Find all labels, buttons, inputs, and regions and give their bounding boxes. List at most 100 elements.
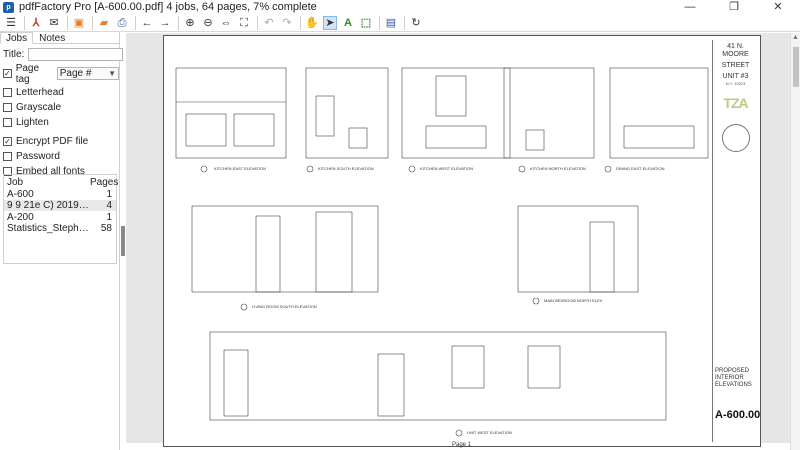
panel-tabs: Jobs Notes — [0, 32, 119, 44]
job-row[interactable]: 9 9 21e C) 2019 Linc & 2... 4 — [4, 200, 116, 211]
architect-seal — [721, 124, 750, 152]
toolbar-separator — [67, 15, 68, 30]
vertical-scrollbar[interactable]: ▲ — [790, 33, 800, 450]
elevation-drawings — [175, 67, 709, 437]
job-pages: 1 — [106, 188, 112, 200]
pages-column-header[interactable]: Pages — [90, 177, 118, 188]
open-folder-icon[interactable]: ▰ — [97, 16, 111, 30]
password-row: Password — [0, 149, 119, 164]
toolbar-separator — [92, 15, 93, 30]
project-city: N.Y. 10013 — [725, 81, 746, 86]
password-checkbox[interactable] — [3, 152, 12, 161]
firm-logo: TZA — [723, 95, 748, 111]
elevation-label: KITCHEN SOUTH ELEVATION — [318, 166, 374, 171]
elevation-label: KITCHEN EAST ELEVATION — [214, 166, 267, 171]
forward-arrow-icon[interactable]: → — [158, 16, 172, 30]
encrypt-checkbox[interactable]: ✓ — [3, 137, 12, 146]
elevation-label: UNIT WEST ELEVATION — [467, 430, 512, 435]
toolbar-separator — [178, 15, 179, 30]
toolbar-separator — [257, 15, 258, 30]
kitchen-south-elevation-drawing — [305, 67, 389, 159]
window-controls: — ❐ ✕ — [668, 0, 800, 14]
redo-icon[interactable]: ↷ — [280, 16, 294, 30]
panel-splitter-handle[interactable] — [121, 226, 125, 256]
job-row[interactable]: Statistics_Stephen Faris... 58 — [4, 223, 116, 234]
scroll-up-icon[interactable]: ▲ — [791, 33, 800, 43]
project-address-line: STREET — [721, 62, 750, 69]
refresh-icon[interactable]: ↻ — [409, 16, 423, 30]
text-tool-icon[interactable]: A — [341, 16, 355, 30]
kitchen-north-elevation-drawing — [503, 67, 595, 159]
unit-west-elevation-drawing — [209, 331, 667, 421]
title-row: Title: — [0, 47, 124, 62]
pdf-page[interactable]: KITCHEN EAST ELEVATION KITCHEN SOUTH ELE… — [163, 35, 761, 447]
fit-page-icon[interactable]: ⛶ — [237, 16, 251, 30]
toolbar-separator — [135, 15, 136, 30]
tab-jobs[interactable]: Jobs — [0, 32, 34, 44]
title-input[interactable] — [28, 48, 124, 61]
pdf-icon[interactable]: ⅄ — [29, 16, 43, 30]
living-room-south-elevation-drawing — [191, 205, 379, 293]
sheet-number: A-600.00 — [715, 409, 761, 421]
print-icon[interactable]: ⎙ — [115, 16, 129, 30]
job-row[interactable]: A-600 1 — [4, 189, 116, 200]
back-arrow-icon[interactable]: ← — [140, 16, 154, 30]
job-name: A-600 — [7, 188, 34, 200]
letterhead-label: Letterhead — [16, 87, 64, 98]
toolbar-separator — [379, 15, 380, 30]
scrollbar-thumb[interactable] — [793, 47, 799, 87]
title-block: 41 N. MOORE STREET UNIT #3 N.Y. 10013 TZ… — [712, 40, 761, 442]
elevation-label: MAIN BEDROOM NORTH ELEV — [544, 298, 603, 303]
project-address-line: UNIT #3 — [722, 73, 749, 80]
project-address-line: 41 N. MOORE — [722, 43, 749, 58]
save-icon[interactable]: ▣ — [72, 16, 86, 30]
encrypt-label: Encrypt PDF file — [16, 136, 89, 147]
job-column-header[interactable]: Job — [4, 177, 90, 188]
page-tag-selected: Page # — [59, 68, 92, 79]
jobs-header: Job Pages — [4, 177, 118, 188]
document-view: KITCHEN EAST ELEVATION KITCHEN SOUTH ELE… — [126, 33, 790, 447]
select-tool-icon[interactable]: ➤ — [323, 15, 337, 30]
kitchen-west-elevation-drawing — [401, 67, 511, 159]
job-pages: 1 — [106, 211, 112, 223]
app-logo-icon: p — [3, 1, 14, 13]
sheet-title: PROPOSED INTERIOR ELEVATIONS — [715, 368, 752, 388]
undo-icon[interactable]: ↶ — [262, 16, 276, 30]
dining-east-elevation-drawing — [609, 67, 709, 159]
maximize-button[interactable]: ❐ — [712, 0, 756, 14]
menu-icon[interactable]: ☰ — [4, 16, 18, 30]
chevron-down-icon: ▼ — [108, 69, 116, 78]
elevation-label: KITCHEN NORTH ELEVATION — [530, 166, 586, 171]
jobs-list: Job Pages A-600 1 9 9 21e C) 2019 Linc &… — [3, 174, 118, 264]
zoom-in-icon[interactable]: ⊕ — [183, 16, 197, 30]
page-tag-row: ✓ Page tag Page # ▼ — [0, 63, 119, 85]
toolbar: ☰ ⅄ ✉ ▣ ▰ ⎙ ← → ⊕ ⊖ ⇔ ⛶ ↶ ↷ ✋ ➤ A ⬚ ▤ ↻ — [0, 14, 800, 32]
tab-notes[interactable]: Notes — [33, 32, 71, 44]
close-button[interactable]: ✕ — [756, 0, 800, 14]
crop-tool-icon[interactable]: ⬚ — [359, 16, 373, 30]
grayscale-checkbox[interactable] — [3, 103, 12, 112]
page-tag-select[interactable]: Page # ▼ — [56, 67, 119, 80]
job-name: A-200 — [7, 211, 34, 223]
window-title: pdfFactory Pro [A-600.00.pdf] 4 jobs, 64… — [19, 1, 317, 13]
page-tag-label: Page tag — [15, 62, 40, 85]
page-tag-checkbox[interactable]: ✓ — [3, 69, 12, 78]
page-properties-icon[interactable]: ▤ — [384, 16, 398, 30]
email-icon[interactable]: ✉ — [47, 16, 61, 30]
password-label: Password — [16, 151, 60, 162]
minimize-button[interactable]: — — [668, 0, 712, 14]
fit-width-icon[interactable]: ⇔ — [219, 16, 233, 30]
main-bedroom-north-elevation-drawing — [517, 205, 639, 293]
hand-tool-icon[interactable]: ✋ — [305, 16, 319, 30]
elevation-label: KITCHEN WEST ELEVATION — [420, 166, 474, 171]
lighten-row: Lighten — [0, 115, 119, 130]
job-name: Statistics_Stephen Faris... — [7, 223, 90, 234]
grayscale-row: Grayscale — [0, 100, 119, 115]
lighten-checkbox[interactable] — [3, 118, 12, 127]
job-row[interactable]: A-200 1 — [4, 212, 116, 223]
letterhead-checkbox[interactable] — [3, 88, 12, 97]
page-number-label: Page 1 — [452, 442, 472, 448]
kitchen-east-elevation-drawing — [175, 67, 287, 159]
zoom-out-icon[interactable]: ⊖ — [201, 16, 215, 30]
job-name: 9 9 21e C) 2019 Linc & 2... — [7, 200, 90, 211]
